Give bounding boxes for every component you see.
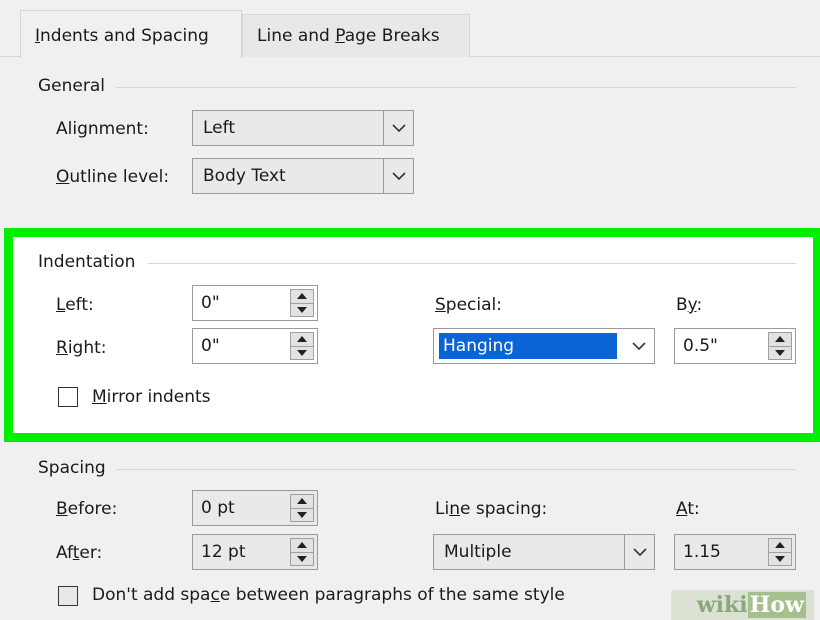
dont-add-space-checkbox[interactable] (58, 586, 78, 606)
spin-up-icon[interactable] (291, 290, 313, 303)
line-spacing-label: Line spacing: (435, 499, 547, 519)
special-dropdown[interactable]: Hanging (433, 328, 655, 364)
spin-buttons (290, 289, 314, 317)
chevron-down-icon[interactable] (624, 329, 654, 363)
spin-down-icon[interactable] (291, 551, 313, 566)
label-text: B (676, 295, 688, 315)
label-mnemonic: A (676, 499, 688, 519)
label-text: Don't add spa (92, 585, 211, 605)
left-indent-value[interactable]: 0" (201, 286, 220, 320)
dont-add-space-label[interactable]: Don't add space between paragraphs of th… (92, 585, 565, 605)
label-text: Li (435, 499, 450, 519)
outline-level-value: Body Text (203, 166, 286, 186)
label-mnemonic: O (56, 167, 70, 187)
label-mnemonic: S (435, 295, 446, 315)
spin-down-icon[interactable] (769, 345, 791, 360)
spin-buttons (768, 332, 792, 360)
wikihow-watermark: wikiHow (670, 590, 814, 620)
label-text: irror indents (106, 387, 211, 407)
at-label: At: (676, 499, 700, 519)
mirror-indents-checkbox[interactable] (58, 387, 78, 407)
at-spinner[interactable]: 1.15 (674, 534, 796, 570)
by-spinner[interactable]: 0.5" (674, 328, 796, 364)
label-text: ight: (67, 338, 107, 358)
spacing-after-label: After: (56, 543, 102, 563)
mirror-indents-label[interactable]: Mirror indents (92, 387, 211, 407)
group-divider (116, 87, 796, 88)
group-divider (148, 263, 796, 264)
spin-up-icon[interactable] (291, 333, 313, 346)
tab-label: age Breaks (344, 26, 440, 46)
label-text: efore: (67, 499, 118, 519)
group-title-indentation: Indentation (38, 252, 136, 272)
right-indent-value[interactable]: 0" (201, 329, 220, 363)
label-text: er: (79, 543, 103, 563)
special-label: Special: (435, 295, 502, 315)
label-text: Af (56, 543, 73, 563)
chevron-down-icon[interactable] (383, 111, 413, 145)
tab-line-and-page-breaks[interactable]: Line and Page Breaks (242, 14, 470, 57)
left-indent-label: Left: (56, 295, 94, 315)
label-text: eft: (65, 295, 94, 315)
spin-down-icon[interactable] (769, 551, 791, 566)
label-mnemonic: L (56, 295, 66, 315)
watermark-text: wiki (696, 592, 748, 618)
outline-level-dropdown[interactable]: Body Text (192, 158, 414, 194)
special-value: Hanging (439, 329, 617, 363)
group-divider (116, 469, 796, 470)
spin-down-icon[interactable] (291, 507, 313, 522)
watermark-text: How (747, 592, 806, 618)
spin-up-icon[interactable] (291, 539, 313, 552)
label-mnemonic: c (210, 585, 220, 605)
spin-buttons (768, 538, 792, 566)
label-text: t: (687, 499, 700, 519)
tab-label: ndents and Spacing (40, 26, 209, 46)
spin-buttons (290, 538, 314, 566)
spacing-before-spinner[interactable]: 0 pt (192, 490, 318, 526)
spacing-before-label: Before: (56, 499, 117, 519)
label-text: e between paragraphs of the same style (219, 585, 565, 605)
alignment-label: Alignment: (56, 119, 149, 139)
line-spacing-value: Multiple (444, 542, 512, 562)
right-indent-label: Right: (56, 338, 107, 358)
spacing-after-spinner[interactable]: 12 pt (192, 534, 318, 570)
line-spacing-dropdown[interactable]: Multiple (433, 534, 655, 570)
tab-indents-and-spacing[interactable]: Indents and Spacing (20, 10, 242, 58)
spin-buttons (290, 494, 314, 522)
alignment-dropdown[interactable]: Left (192, 110, 414, 146)
spin-up-icon[interactable] (769, 333, 791, 346)
spin-buttons (290, 332, 314, 360)
tab-mnemonic: P (335, 26, 345, 46)
spin-up-icon[interactable] (291, 495, 313, 508)
spin-down-icon[interactable] (291, 302, 313, 317)
chevron-down-icon[interactable] (383, 159, 413, 193)
spin-down-icon[interactable] (291, 345, 313, 360)
label-mnemonic: R (56, 338, 68, 358)
by-label: By: (676, 295, 702, 315)
chevron-down-icon[interactable] (624, 535, 654, 569)
alignment-value: Left (203, 118, 235, 138)
label-text: utline level: (69, 167, 170, 187)
group-title-spacing: Spacing (38, 458, 106, 478)
spacing-after-value[interactable]: 12 pt (201, 535, 246, 569)
at-value[interactable]: 1.15 (683, 535, 721, 569)
label-text: e spacing: (459, 499, 548, 519)
special-selected-text: Hanging (439, 333, 617, 359)
left-indent-spinner[interactable]: 0" (192, 285, 318, 321)
spin-up-icon[interactable] (769, 539, 791, 552)
label-mnemonic: M (92, 387, 107, 407)
by-value[interactable]: 0.5" (683, 329, 718, 363)
label-mnemonic: n (449, 499, 460, 519)
label-text: pecial: (445, 295, 502, 315)
outline-level-label: Outline level: (56, 167, 169, 187)
right-indent-spinner[interactable]: 0" (192, 328, 318, 364)
label-mnemonic: B (56, 499, 68, 519)
label-text: : (696, 295, 703, 315)
label-mnemonic: y (687, 295, 697, 315)
group-title-general: General (38, 76, 105, 96)
tab-label: Line and (257, 26, 336, 46)
spacing-before-value[interactable]: 0 pt (201, 491, 235, 525)
